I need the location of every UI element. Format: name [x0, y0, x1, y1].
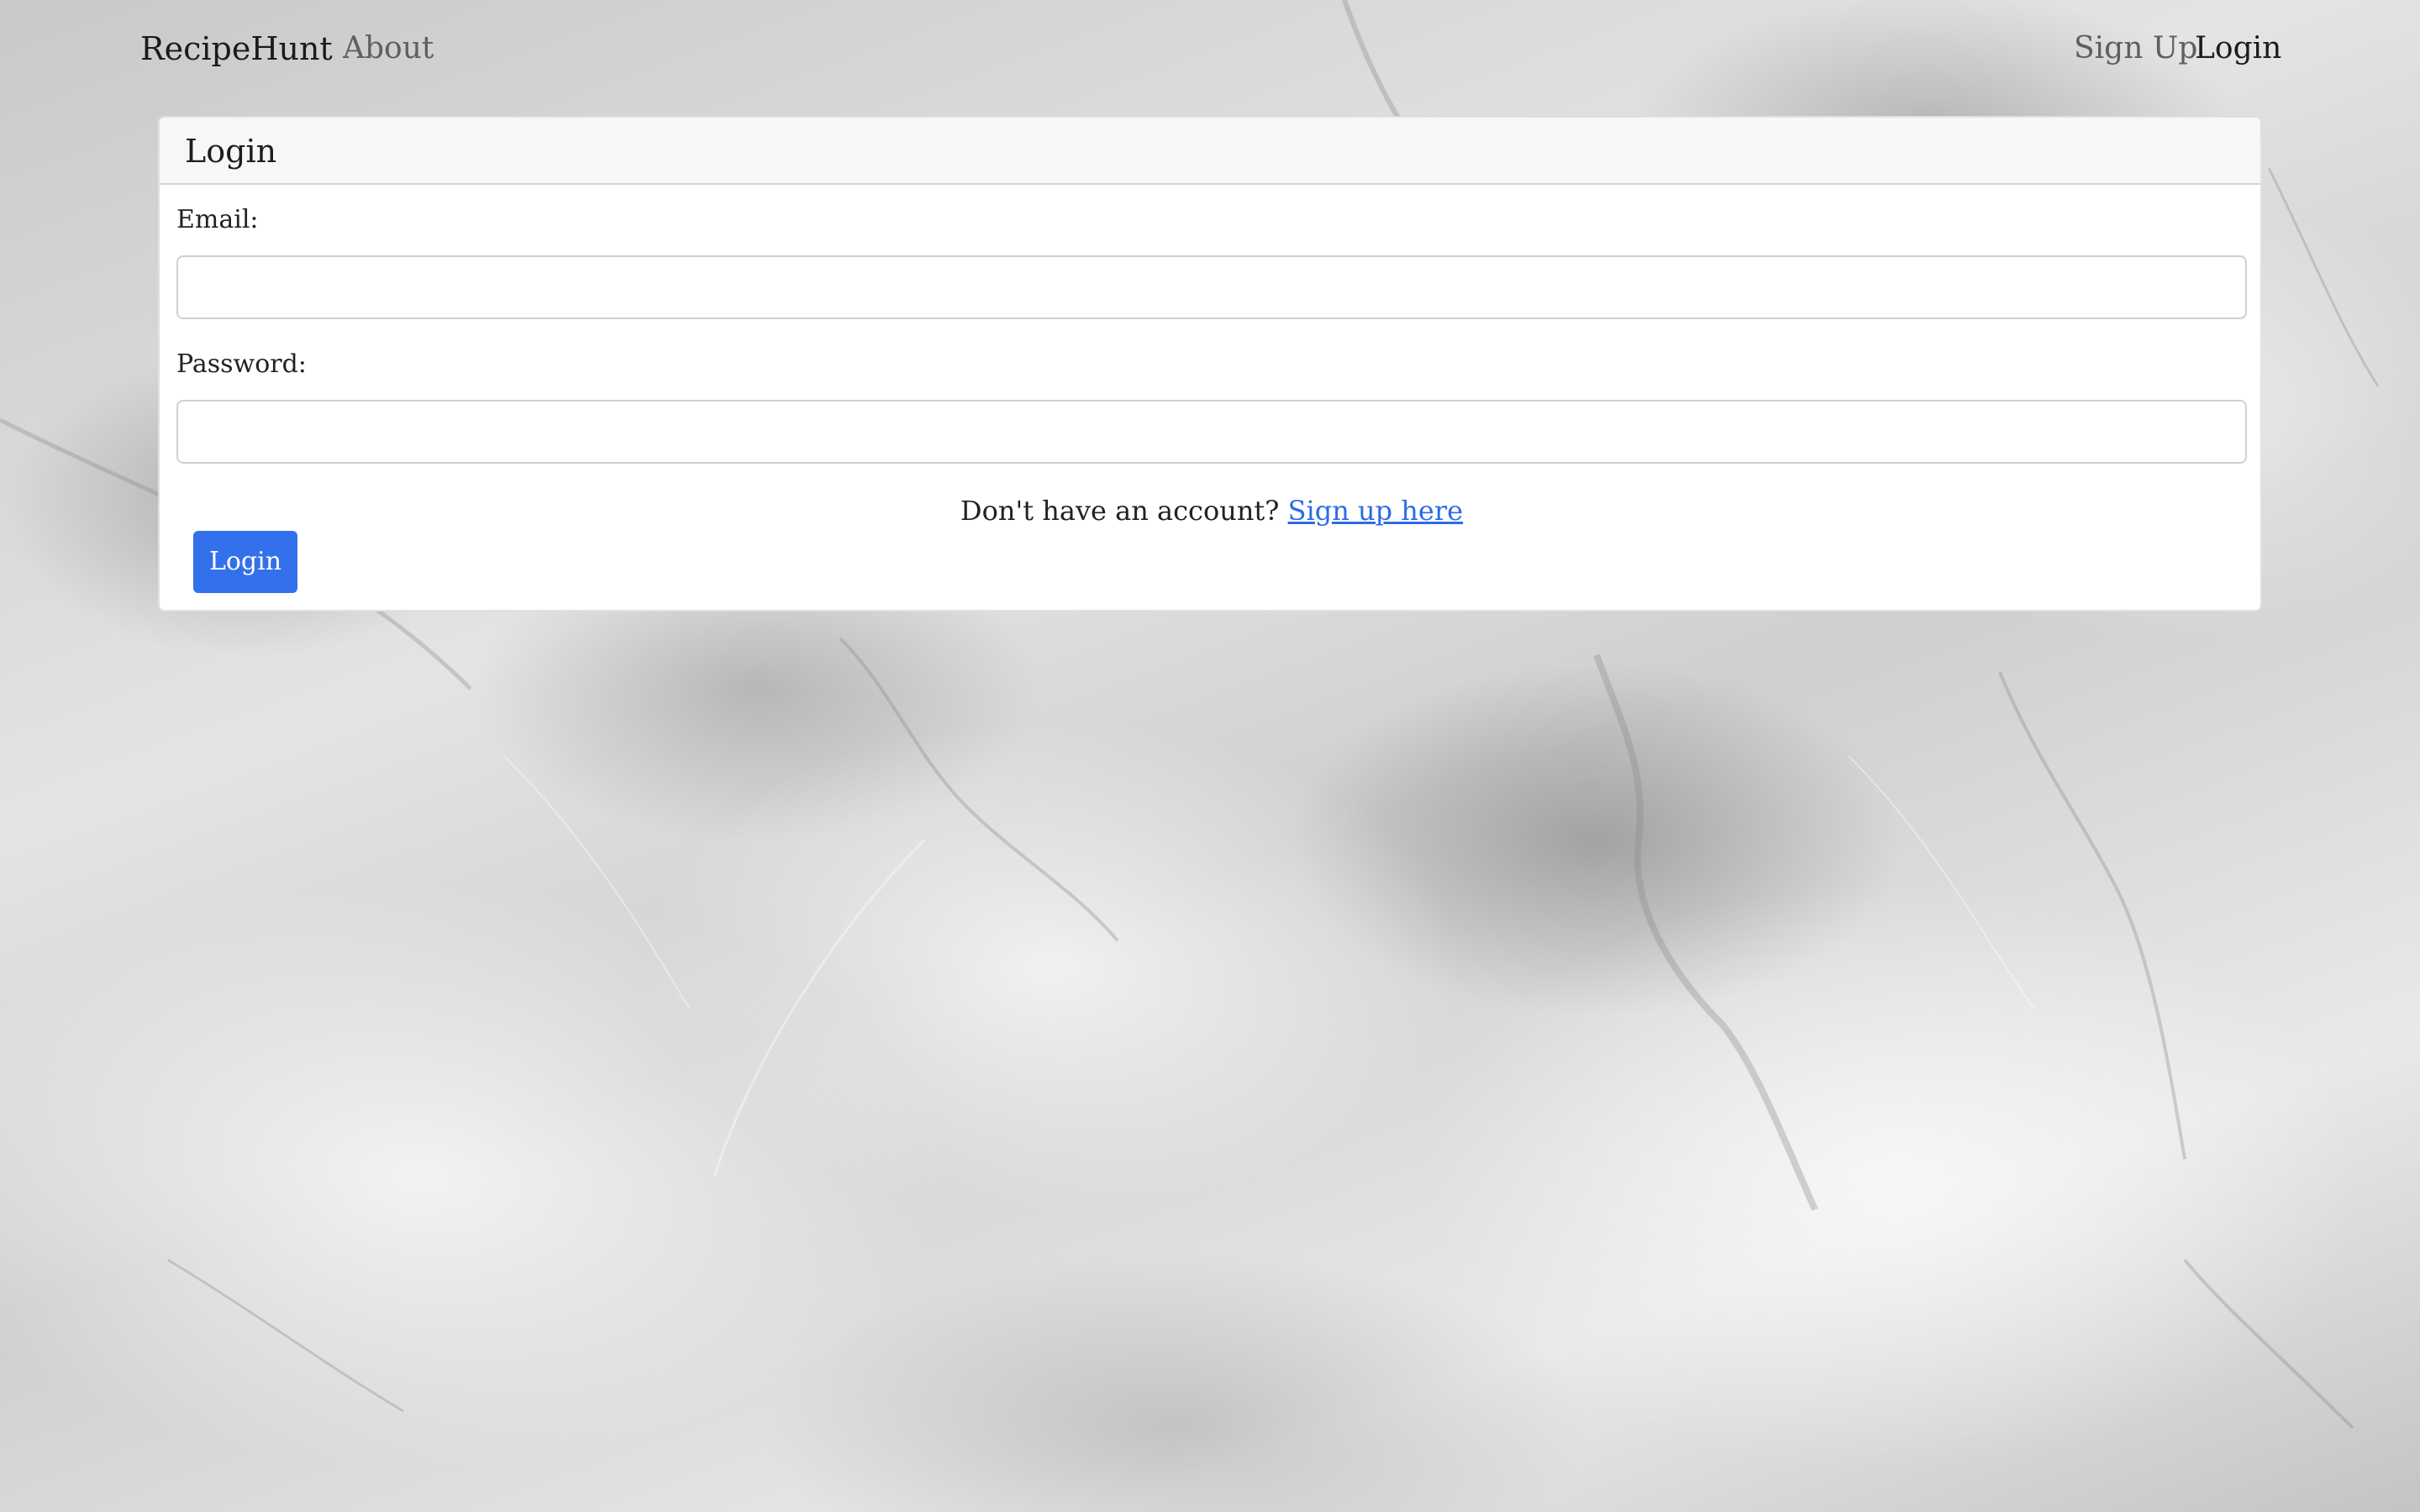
nav-about-link[interactable]: About	[343, 27, 434, 71]
email-field[interactable]	[176, 255, 2247, 319]
password-field[interactable]	[176, 400, 2247, 464]
signup-here-link[interactable]: Sign up here	[1288, 495, 1463, 527]
nav-signup-link[interactable]: Sign Up	[2074, 27, 2197, 71]
login-button[interactable]: Login	[193, 531, 297, 593]
signup-prompt: Don't have an account? Sign up here	[160, 492, 2260, 529]
password-label: Password:	[176, 349, 307, 379]
email-label: Email:	[176, 205, 259, 234]
login-card: Login Email: Password: Don't have an acc…	[158, 116, 2262, 612]
brand-link[interactable]: RecipeHunt	[140, 27, 333, 71]
nav-login-link[interactable]: Login	[2195, 27, 2281, 71]
navbar: RecipeHunt About Sign Up Login	[0, 0, 2420, 101]
card-title: Login	[160, 118, 2260, 185]
no-account-text: Don't have an account?	[960, 495, 1280, 527]
